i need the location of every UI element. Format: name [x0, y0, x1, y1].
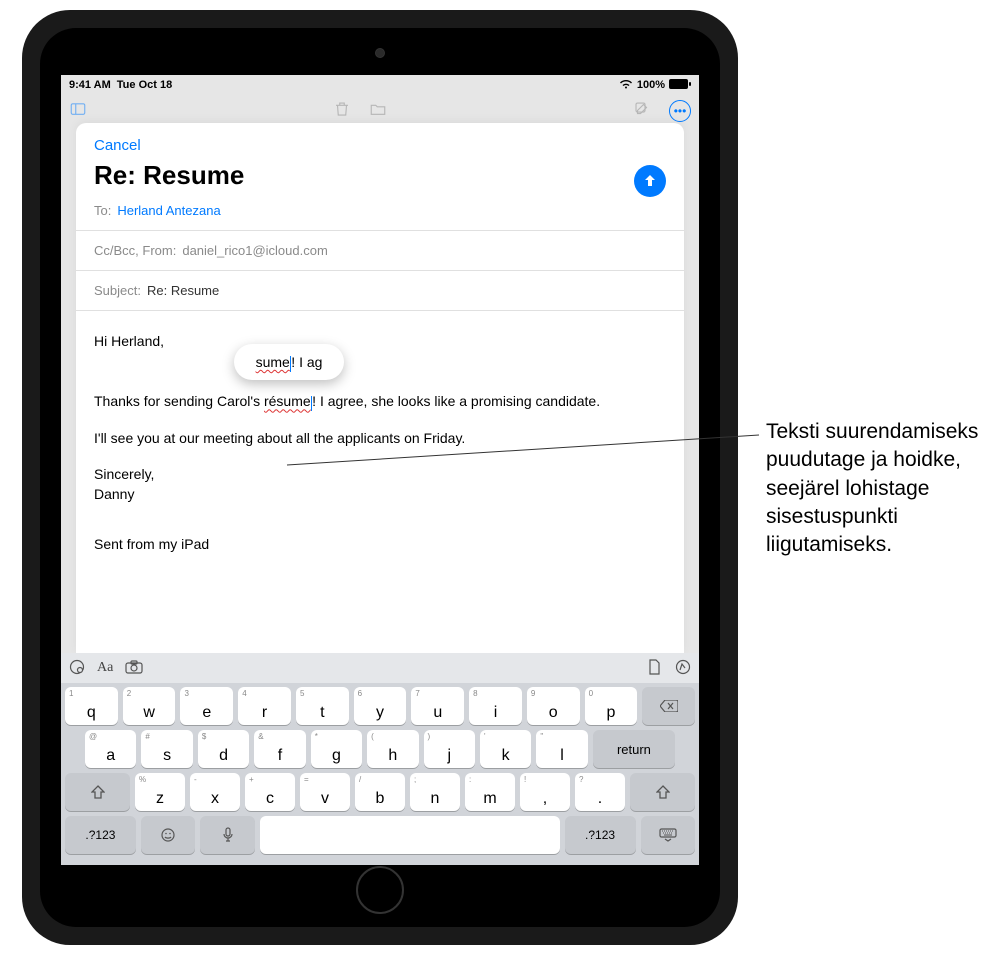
- markup-icon[interactable]: [675, 659, 691, 678]
- key-i[interactable]: 8i: [469, 687, 522, 725]
- send-button[interactable]: [634, 165, 666, 197]
- screen: 9:41 AM Tue Oct 18 100%: [61, 75, 699, 865]
- folder-icon[interactable]: [369, 100, 387, 123]
- key-r[interactable]: 4r: [238, 687, 291, 725]
- key-backspace[interactable]: [642, 687, 695, 725]
- trash-icon[interactable]: [333, 100, 351, 123]
- key-a[interactable]: @a: [85, 730, 136, 768]
- key-v[interactable]: =v: [300, 773, 350, 811]
- text-magnifier-loupe: sume! I ag: [234, 344, 344, 380]
- key-p[interactable]: 0p: [585, 687, 638, 725]
- status-time: 9:41 AM: [69, 79, 111, 91]
- battery-percent: 100%: [637, 79, 665, 91]
- subject-label: Subject:: [94, 283, 141, 298]
- key-k[interactable]: 'k: [480, 730, 531, 768]
- key-h[interactable]: (h: [367, 730, 418, 768]
- callout-leader-line: [287, 465, 767, 467]
- compose-icon[interactable]: [633, 100, 651, 123]
- key-q[interactable]: 1q: [65, 687, 118, 725]
- ipad-frame: 9:41 AM Tue Oct 18 100%: [22, 10, 738, 945]
- key-shift-left[interactable]: [65, 773, 130, 811]
- subject-value: Re: Resume: [147, 283, 219, 298]
- to-field[interactable]: To: Herland Antezana: [76, 191, 684, 231]
- wifi-icon: [619, 79, 633, 92]
- key-.[interactable]: ?.: [575, 773, 625, 811]
- body-p1-before: Thanks for sending Carol's: [94, 393, 264, 409]
- keyboard-row-1: 1q2w3e4r5t6y7u8i9o0p: [65, 687, 695, 725]
- key-num-right[interactable]: .?123: [565, 816, 636, 854]
- key-x[interactable]: -x: [190, 773, 240, 811]
- key-j[interactable]: )j: [424, 730, 475, 768]
- key-shift-right[interactable]: [630, 773, 695, 811]
- key-num-left[interactable]: .?123: [65, 816, 136, 854]
- body-p1-after: ! I agree, she looks like a promising ca…: [312, 393, 600, 409]
- to-value: Herland Antezana: [117, 203, 220, 218]
- ccbcc-field[interactable]: Cc/Bcc, From: daniel_rico1@icloud.com: [76, 231, 684, 271]
- format-icon[interactable]: Aa: [97, 660, 113, 676]
- body-p1: Thanks for sending Carol's résume! I agr…: [94, 391, 666, 411]
- key-y[interactable]: 6y: [354, 687, 407, 725]
- key-space[interactable]: [260, 816, 560, 854]
- key-dictate[interactable]: [200, 816, 255, 854]
- key-g[interactable]: *g: [311, 730, 362, 768]
- key-z[interactable]: %z: [135, 773, 185, 811]
- closing-1: Sincerely,: [94, 466, 154, 482]
- key-m[interactable]: :m: [465, 773, 515, 811]
- subject-field[interactable]: Subject: Re: Resume: [76, 271, 684, 311]
- body-closing: Sincerely, Danny: [94, 464, 666, 505]
- insertion-cursor: [311, 396, 313, 411]
- onscreen-keyboard: Aa 1q2w3e4r5t6y7u8i9o0p @a#s$d&f*g(h)j'k…: [61, 653, 699, 865]
- message-body[interactable]: Hi Herland, sume! I ag Thanks for sendin…: [76, 311, 684, 653]
- battery-icon: [669, 79, 691, 92]
- key-return[interactable]: return: [593, 730, 675, 768]
- from-value: daniel_rico1@icloud.com: [182, 243, 327, 258]
- key-f[interactable]: &f: [254, 730, 305, 768]
- document-icon[interactable]: [648, 659, 661, 678]
- closing-2: Danny: [94, 486, 134, 502]
- callout-text: Teksti suurendamiseks puudutage ja hoidk…: [766, 418, 991, 560]
- loupe-text-after: ! I ag: [291, 352, 322, 372]
- key-l[interactable]: "l: [536, 730, 587, 768]
- keyboard-toolbar: Aa: [61, 653, 699, 683]
- cancel-button[interactable]: Cancel: [94, 137, 666, 154]
- key-w[interactable]: 2w: [123, 687, 176, 725]
- home-button[interactable]: [356, 866, 404, 914]
- key-e[interactable]: 3e: [180, 687, 233, 725]
- key-t[interactable]: 5t: [296, 687, 349, 725]
- key-hide-keyboard[interactable]: [641, 816, 696, 854]
- to-label: To:: [94, 203, 111, 218]
- key-emoji[interactable]: [141, 816, 196, 854]
- key-c[interactable]: +c: [245, 773, 295, 811]
- body-p2: I'll see you at our meeting about all th…: [94, 428, 666, 448]
- compose-title: Re: Resume: [94, 160, 666, 191]
- keyboard-row-2: @a#s$d&f*g(h)j'k"lreturn: [65, 730, 695, 768]
- loupe-text-before: sume: [256, 352, 290, 372]
- body-p1-word: résume: [264, 393, 311, 409]
- ipad-inner: 9:41 AM Tue Oct 18 100%: [40, 28, 720, 927]
- key-,[interactable]: !,: [520, 773, 570, 811]
- status-date: Tue Oct 18: [117, 79, 172, 91]
- arrow-up-icon: [642, 173, 658, 189]
- ccbcc-label: Cc/Bcc, From:: [94, 243, 176, 258]
- body-signature: Sent from my iPad: [94, 534, 666, 554]
- loupe-cursor: [290, 356, 292, 372]
- front-camera: [375, 48, 385, 58]
- status-bar: 9:41 AM Tue Oct 18 100%: [61, 75, 699, 95]
- keyboard-row-4: .?123 .?123: [65, 816, 695, 854]
- more-icon[interactable]: •••: [669, 100, 691, 122]
- sidebar-icon[interactable]: [69, 100, 87, 123]
- compose-sheet: Cancel Re: Resume To: Herland Antezana C…: [76, 123, 684, 653]
- emoji-input-icon[interactable]: [69, 659, 85, 678]
- body-greeting: Hi Herland,: [94, 331, 666, 351]
- key-u[interactable]: 7u: [411, 687, 464, 725]
- key-o[interactable]: 9o: [527, 687, 580, 725]
- key-d[interactable]: $d: [198, 730, 249, 768]
- key-b[interactable]: /b: [355, 773, 405, 811]
- key-s[interactable]: #s: [141, 730, 192, 768]
- camera-icon[interactable]: [125, 660, 143, 677]
- key-n[interactable]: ;n: [410, 773, 460, 811]
- keyboard-row-3: %z-x+c=v/b;n:m!,?.: [65, 773, 695, 811]
